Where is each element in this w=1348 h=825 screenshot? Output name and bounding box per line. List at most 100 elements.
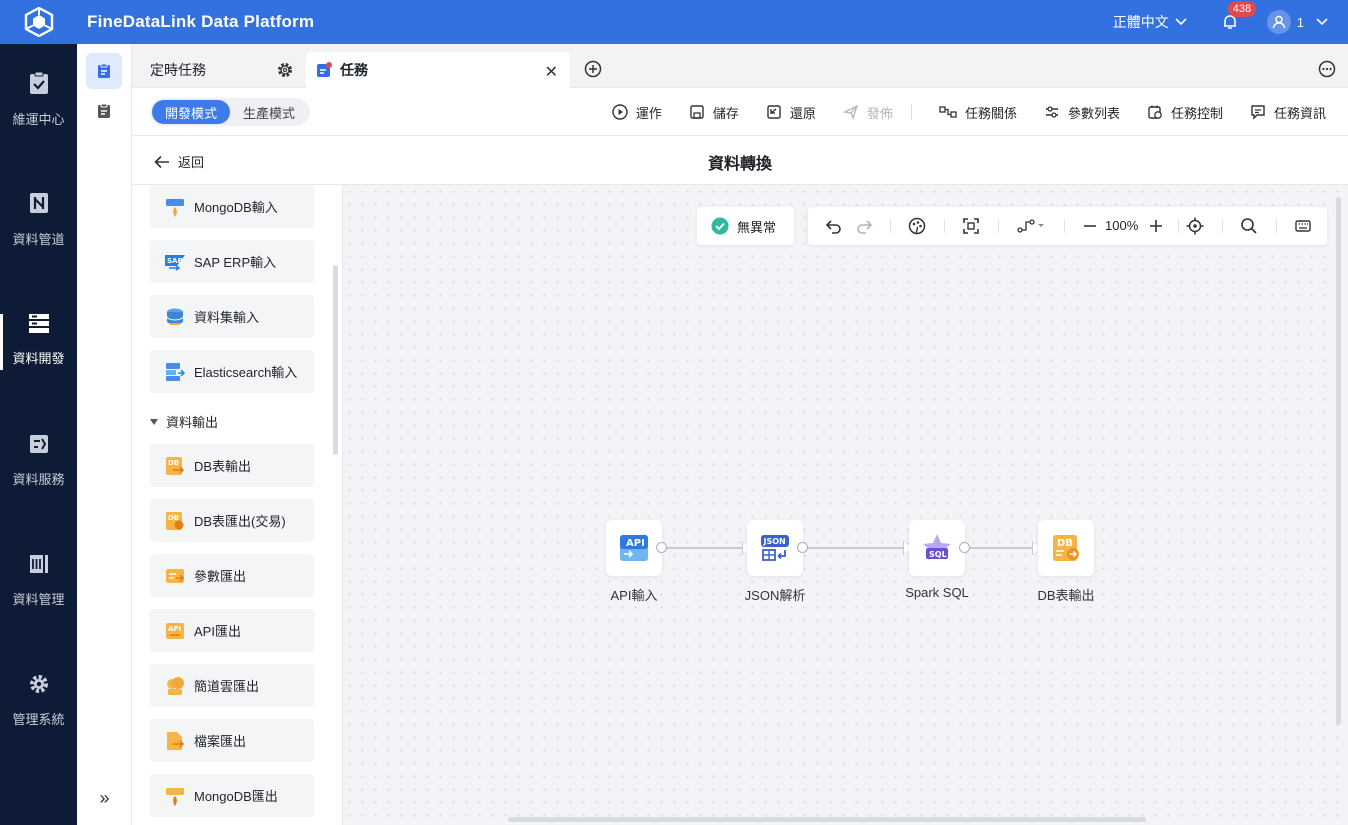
task-info-button[interactable]: 任務資訊 bbox=[1250, 103, 1326, 122]
keyboard-shortcuts-button[interactable] bbox=[1292, 216, 1314, 236]
restore-button[interactable]: 還原 bbox=[766, 103, 816, 122]
search-button[interactable] bbox=[1238, 216, 1260, 236]
component-db-table-export-transaction[interactable]: DB DB表匯出(交易) bbox=[150, 499, 314, 542]
node-port[interactable] bbox=[797, 542, 808, 553]
component-label: 參數匯出 bbox=[194, 569, 247, 584]
locate-button[interactable] bbox=[1184, 216, 1206, 236]
tool-label: 運作 bbox=[635, 105, 662, 121]
notification-badge: 438 bbox=[1227, 1, 1257, 17]
edge-connector bbox=[807, 547, 907, 549]
canvas-horizontal-scrollbar[interactable] bbox=[508, 817, 1146, 822]
add-tab-icon[interactable] bbox=[584, 60, 602, 78]
node-label: JSON解析 bbox=[744, 588, 806, 603]
sub-nav-resource-button[interactable] bbox=[86, 93, 122, 129]
back-button[interactable]: 返回 bbox=[154, 152, 204, 171]
sidebar-item-admin[interactable]: 管理系統 bbox=[0, 645, 77, 755]
component-dataset-input[interactable]: 資料集輸入 bbox=[150, 295, 314, 338]
sidebar-item-label: 管理系統 bbox=[12, 711, 65, 727]
component-parameter-export[interactable]: 參數匯出 bbox=[150, 554, 314, 597]
tab-task[interactable]: 任務 ✕ bbox=[306, 52, 570, 88]
params-icon bbox=[1045, 106, 1058, 118]
user-icon bbox=[1272, 15, 1286, 29]
undo-button[interactable] bbox=[824, 216, 844, 236]
publish-button[interactable]: 發佈 bbox=[842, 103, 893, 122]
sidebar-item-ops-center[interactable]: 維運中心 bbox=[0, 44, 77, 154]
task-control-button[interactable]: 任務控制 bbox=[1147, 103, 1223, 122]
node-spark-sql[interactable]: SQL bbox=[909, 520, 965, 576]
keyboard-icon bbox=[1295, 220, 1311, 232]
node-badge-text: API bbox=[626, 538, 645, 549]
redo-button[interactable] bbox=[854, 216, 874, 236]
component-label: MongoDB輸入 bbox=[194, 200, 278, 215]
component-mongodb-input[interactable]: MongoDB輸入 bbox=[150, 185, 314, 228]
save-button[interactable]: 儲存 bbox=[689, 103, 739, 122]
connector-style-dropdown[interactable] bbox=[1014, 216, 1048, 236]
dev-mode-button[interactable]: 開發模式 bbox=[152, 100, 230, 124]
avatar bbox=[1266, 10, 1291, 34]
component-label: Elasticsearch輸入 bbox=[194, 365, 298, 380]
zoom-out-button[interactable] bbox=[1080, 216, 1100, 236]
tool-label: 發佈 bbox=[866, 105, 893, 121]
sidebar-item-data-service[interactable]: 資料服務 bbox=[0, 405, 77, 515]
resource-icon bbox=[98, 103, 110, 118]
tool-label: 參數列表 bbox=[1067, 105, 1120, 121]
gear-icon[interactable] bbox=[276, 61, 294, 79]
component-label: 資料集輸入 bbox=[194, 310, 260, 325]
data-dev-icon bbox=[28, 313, 49, 333]
prod-mode-button[interactable]: 生產模式 bbox=[230, 100, 308, 124]
component-sap-erp-input[interactable]: SAP SAP ERP輸入 bbox=[150, 240, 314, 283]
app-title: FineDataLink Data Platform bbox=[87, 12, 315, 31]
close-icon[interactable]: ✕ bbox=[545, 62, 558, 82]
component-panel: MongoDB輸入 SAP SAP ERP輸入 資料集輸入 Elasticsea… bbox=[132, 185, 343, 825]
node-db-table-output[interactable]: DB bbox=[1038, 520, 1094, 576]
tool-label: 任務關係 bbox=[964, 105, 1017, 121]
run-button[interactable]: 運作 bbox=[612, 103, 662, 122]
sub-nav-task-button[interactable] bbox=[86, 53, 122, 89]
svg-text:API: API bbox=[168, 625, 181, 633]
validation-status[interactable]: 無異常 bbox=[697, 207, 794, 245]
node-port[interactable] bbox=[656, 542, 667, 553]
component-elasticsearch-input[interactable]: Elasticsearch輸入 bbox=[150, 350, 314, 393]
task-relation-button[interactable]: 任務關係 bbox=[939, 103, 1017, 122]
tool-label: 還原 bbox=[789, 105, 816, 121]
search-icon bbox=[1241, 218, 1257, 234]
task-tab-icon bbox=[317, 62, 332, 77]
canvas-vertical-scrollbar[interactable] bbox=[1336, 197, 1341, 725]
more-options-icon[interactable] bbox=[1318, 60, 1336, 78]
output-section-header[interactable]: 資料輸出 bbox=[150, 412, 218, 431]
panel-scrollbar[interactable] bbox=[333, 265, 338, 455]
tab-scheduled-task[interactable]: 定時任務 bbox=[132, 52, 304, 88]
app-logo-icon[interactable] bbox=[0, 0, 77, 44]
toolbar-divider bbox=[1064, 219, 1065, 233]
zoom-in-button[interactable] bbox=[1146, 216, 1166, 236]
auto-layout-button[interactable] bbox=[906, 216, 928, 236]
main-sidebar: 維運中心 資料管道 資料開發 資料服務 資料管理 管理系統 bbox=[0, 44, 77, 825]
expand-sidebar-icon[interactable]: » bbox=[77, 788, 132, 809]
component-db-table-output[interactable]: DB DB表輸出 bbox=[150, 444, 314, 487]
node-label: Spark SQL bbox=[905, 585, 969, 600]
user-menu[interactable]: 1 bbox=[1266, 10, 1328, 34]
component-api-export[interactable]: API API匯出 bbox=[150, 609, 314, 652]
node-json-parse[interactable]: JSON bbox=[747, 520, 803, 576]
flow-canvas[interactable]: 無異常 100% API API輸入 JSON JSON解析 SQL Spark… bbox=[343, 185, 1348, 825]
component-mongodb-export[interactable]: MongoDB匯出 bbox=[150, 774, 314, 817]
publish-icon bbox=[842, 104, 859, 120]
node-port[interactable] bbox=[959, 542, 970, 553]
language-selector[interactable]: 正體中文 bbox=[1113, 12, 1187, 32]
edge-connector bbox=[667, 547, 747, 549]
sidebar-item-data-manage[interactable]: 資料管理 bbox=[0, 525, 77, 635]
sap-icon: SAP bbox=[165, 254, 185, 271]
node-api-input[interactable]: API bbox=[606, 520, 662, 576]
component-jiandaoyun-export[interactable]: 簡道雲匯出 bbox=[150, 664, 314, 707]
palette-icon bbox=[908, 217, 926, 235]
notification-button[interactable]: 438 bbox=[1219, 1, 1257, 33]
component-file-export[interactable]: 檔案匯出 bbox=[150, 719, 314, 762]
parameter-list-button[interactable]: 參數列表 bbox=[1044, 103, 1120, 122]
data-service-icon bbox=[29, 434, 48, 453]
sidebar-item-data-pipeline[interactable]: 資料管道 bbox=[0, 164, 77, 274]
edge-connector bbox=[969, 547, 1037, 549]
section-label: 資料輸出 bbox=[166, 415, 219, 430]
pipeline-icon bbox=[29, 192, 48, 213]
sidebar-item-data-dev[interactable]: 資料開發 bbox=[0, 284, 77, 394]
fit-view-button[interactable] bbox=[960, 216, 982, 236]
